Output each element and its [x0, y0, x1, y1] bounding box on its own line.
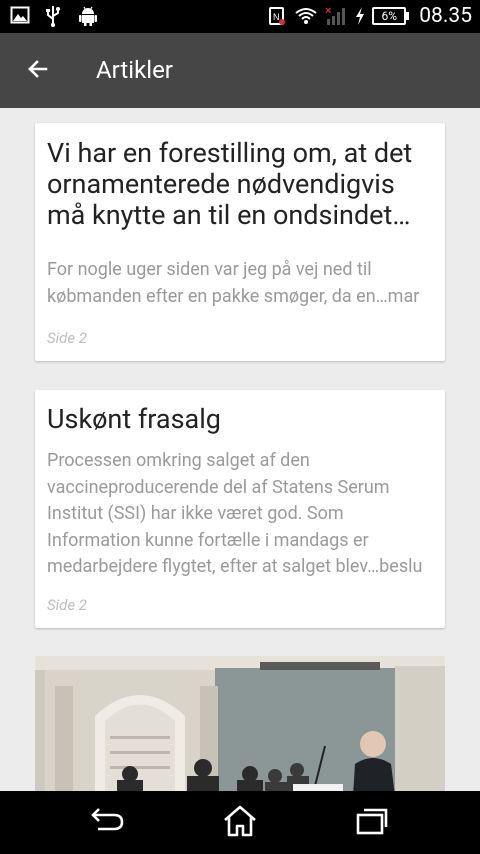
home-icon — [222, 804, 258, 842]
usb-icon — [44, 5, 64, 27]
back-icon — [90, 807, 126, 839]
article-card[interactable]: Uskønt frasalg Processen omkring salget … — [35, 390, 445, 628]
back-button[interactable] — [20, 53, 56, 89]
page-title: Artikler — [96, 56, 173, 84]
charging-icon — [354, 5, 366, 27]
nav-recents-button[interactable] — [350, 803, 394, 843]
battery-tip — [406, 12, 410, 20]
arrow-left-icon — [26, 57, 50, 85]
status-bar: N × 6% 08.35 — [0, 0, 480, 33]
article-title: Uskønt frasalg — [47, 403, 221, 435]
clock: 08.35 — [419, 4, 472, 28]
article-photo — [35, 656, 445, 791]
battery-indicator: 6% — [372, 7, 410, 25]
notification-icons — [10, 5, 98, 27]
article-list[interactable]: Vi har en forestilling om, at det orname… — [0, 108, 480, 791]
signal-icon: × — [324, 5, 348, 27]
android-icon — [78, 5, 98, 27]
nfc-icon: N — [268, 5, 288, 27]
svg-text:N: N — [273, 12, 280, 22]
article-excerpt: For nogle uger siden var jeg på vej ned … — [47, 259, 420, 307]
article-title: Vi har en forestilling om, at det orname… — [47, 137, 413, 231]
system-icons: N × 6% 08.35 — [268, 4, 472, 28]
battery-level: 6% — [372, 7, 407, 25]
article-image-card[interactable] — [35, 656, 445, 791]
app-toolbar: Artikler — [0, 33, 480, 108]
article-excerpt: Processen omkring salget af den vaccinep… — [47, 450, 423, 577]
nav-back-button[interactable] — [86, 803, 130, 843]
article-card[interactable]: Vi har en forestilling om, at det orname… — [35, 123, 445, 361]
recents-icon — [355, 806, 389, 840]
article-page: Side 2 — [47, 329, 87, 347]
image-icon — [10, 5, 30, 27]
article-page: Side 2 — [47, 596, 87, 614]
wifi-icon — [294, 5, 318, 27]
navigation-bar — [0, 791, 480, 854]
svg-text:×: × — [325, 5, 331, 17]
nav-home-button[interactable] — [218, 803, 262, 843]
